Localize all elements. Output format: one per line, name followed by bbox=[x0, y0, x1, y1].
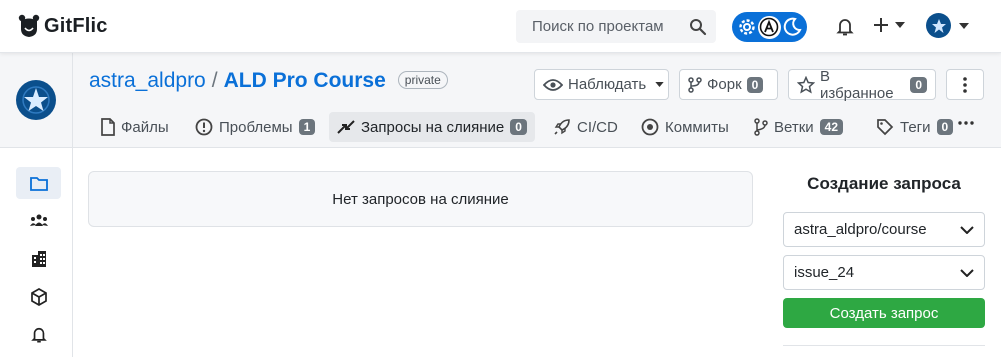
owner-link[interactable]: astra_aldpro bbox=[89, 69, 206, 93]
bell-icon[interactable] bbox=[836, 17, 854, 37]
rail-item-packages[interactable] bbox=[16, 281, 61, 313]
tab-commits[interactable]: Коммиты bbox=[633, 112, 737, 142]
bear-logo-icon bbox=[18, 14, 40, 38]
star-icon bbox=[797, 75, 815, 94]
tab-count: 0 bbox=[936, 119, 954, 135]
team-icon bbox=[29, 213, 49, 229]
search-input[interactable] bbox=[532, 18, 682, 35]
tab-label: Коммиты bbox=[665, 118, 729, 136]
merge-icon bbox=[337, 119, 355, 135]
rocket-icon bbox=[553, 118, 571, 136]
source-branch-select[interactable]: issue_24 bbox=[783, 255, 985, 290]
fork-icon bbox=[688, 76, 702, 93]
tab-files[interactable]: Файлы bbox=[93, 112, 177, 142]
brand-name: GitFlic bbox=[44, 14, 108, 37]
file-icon bbox=[101, 118, 115, 136]
tab-label: Ветки bbox=[774, 118, 814, 136]
visibility-badge: private bbox=[397, 71, 448, 89]
plus-icon bbox=[873, 17, 889, 33]
commit-icon bbox=[641, 118, 659, 136]
empty-state: Нет запросов на слияние bbox=[88, 171, 753, 227]
create-request-title: Создание запроса bbox=[807, 174, 961, 193]
rail-item-notifications[interactable] bbox=[16, 319, 61, 351]
star-label: В избранное bbox=[820, 67, 894, 102]
tab-label: Файлы bbox=[121, 118, 169, 136]
tab-label: Запросы на слияние bbox=[361, 118, 505, 136]
chevron-down-icon bbox=[960, 225, 974, 234]
project-avatar[interactable] bbox=[16, 80, 56, 120]
create-menu[interactable] bbox=[873, 17, 905, 33]
chevron-down-icon bbox=[960, 268, 974, 277]
rail-item-teams[interactable] bbox=[16, 205, 61, 237]
more-tabs-icon[interactable] bbox=[958, 121, 974, 125]
more-actions-button[interactable] bbox=[946, 69, 984, 100]
tab-branches[interactable]: Ветки 42 bbox=[746, 112, 851, 142]
chevron-down-icon bbox=[895, 22, 905, 28]
tag-icon bbox=[876, 118, 894, 136]
kebab-icon bbox=[963, 76, 967, 93]
fork-button[interactable]: Форк 0 bbox=[679, 69, 778, 100]
theme-switcher bbox=[732, 12, 807, 42]
fork-label: Форк bbox=[707, 76, 742, 93]
create-request-button[interactable]: Создать запрос bbox=[783, 298, 985, 328]
sidebar-divider bbox=[783, 345, 985, 346]
chevron-down-icon bbox=[655, 82, 664, 87]
user-avatar bbox=[926, 13, 951, 38]
issue-icon bbox=[195, 118, 213, 136]
tab-count: 1 bbox=[298, 119, 316, 135]
home-logo[interactable]: GitFlic bbox=[18, 14, 108, 38]
search-box[interactable] bbox=[516, 10, 716, 43]
eye-icon bbox=[543, 78, 563, 92]
fork-count: 0 bbox=[746, 76, 764, 93]
tab-count: 42 bbox=[819, 119, 844, 135]
tab-merge-requests[interactable]: Запросы на слияние 0 bbox=[329, 112, 535, 142]
buildings-icon bbox=[31, 250, 47, 268]
breadcrumb: astra_aldpro / ALD Pro Course private bbox=[89, 69, 448, 93]
rail-header bbox=[0, 53, 73, 148]
tab-count: 0 bbox=[510, 119, 527, 135]
chevron-down-icon bbox=[959, 22, 969, 29]
tab-tags[interactable]: Теги 0 bbox=[868, 112, 961, 142]
tab-cicd[interactable]: CI/CD bbox=[545, 112, 626, 142]
source-repo-select[interactable]: astra_aldpro/course bbox=[783, 212, 985, 247]
repo-link[interactable]: ALD Pro Course bbox=[224, 69, 386, 93]
breadcrumb-separator: / bbox=[211, 69, 218, 92]
accessibility-icon[interactable] bbox=[758, 15, 781, 39]
tab-label: CI/CD bbox=[577, 118, 618, 136]
left-rail bbox=[0, 148, 73, 357]
user-menu[interactable] bbox=[926, 13, 969, 38]
watch-label: Наблюдать bbox=[568, 76, 647, 93]
bell-icon bbox=[30, 326, 47, 344]
moon-icon[interactable] bbox=[781, 16, 803, 39]
empty-message: Нет запросов на слияние bbox=[332, 190, 509, 208]
search-icon[interactable] bbox=[689, 18, 707, 36]
select-value: issue_24 bbox=[794, 264, 855, 281]
create-request-label: Создать запрос bbox=[829, 304, 939, 322]
tab-issues[interactable]: Проблемы 1 bbox=[187, 112, 323, 142]
tab-label: Теги bbox=[900, 118, 931, 136]
star-button[interactable]: В избранное 0 bbox=[788, 67, 936, 102]
gear-icon[interactable] bbox=[736, 16, 758, 39]
tab-label: Проблемы bbox=[219, 118, 293, 136]
package-icon bbox=[30, 288, 47, 306]
branch-icon bbox=[754, 118, 768, 136]
rail-item-projects[interactable] bbox=[16, 167, 61, 199]
select-value: astra_aldpro/course bbox=[794, 221, 927, 238]
folder-icon bbox=[29, 176, 48, 191]
star-count: 0 bbox=[910, 76, 927, 93]
rail-item-companies[interactable] bbox=[16, 243, 61, 275]
watch-button[interactable]: Наблюдать bbox=[534, 69, 669, 100]
project-header: astra_aldpro / ALD Pro Course private На… bbox=[0, 53, 1001, 148]
top-bar: GitFlic bbox=[0, 0, 1001, 53]
